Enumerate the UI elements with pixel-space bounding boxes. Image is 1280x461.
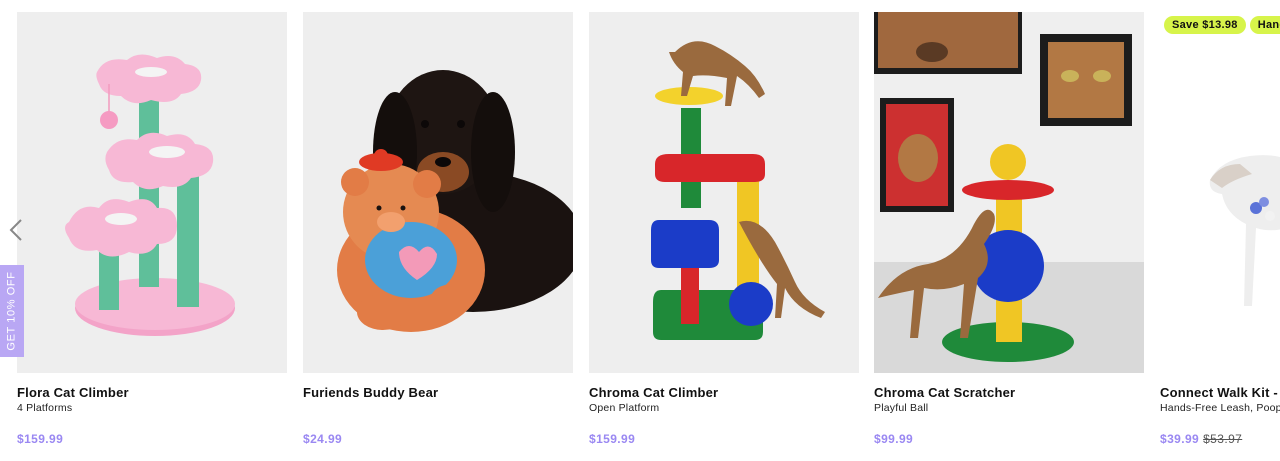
chroma-cat-climber-image — [589, 12, 859, 373]
product-subtitle: Playful Ball — [874, 402, 929, 414]
product-subtitle: 4 Platforms — [17, 402, 73, 414]
badge-row: Save $13.98 Hands — [1164, 16, 1280, 34]
chroma-cat-scratcher-image — [874, 12, 1144, 373]
price-row: $24.99 — [303, 432, 342, 446]
chevron-left-icon — [9, 219, 22, 241]
product-card[interactable]: Chroma Cat Climber Open Platform $159.99 — [589, 12, 859, 446]
product-image[interactable]: Save $13.98 Hands — [1160, 12, 1280, 373]
product-title[interactable]: Chroma Cat Scratcher — [874, 385, 1144, 400]
price-row: $159.99 — [589, 432, 635, 446]
carousel-prev-button[interactable] — [6, 216, 26, 244]
product-subtitle — [303, 403, 573, 425]
product-card[interactable]: Save $13.98 Hands Connect Walk Kit - Han… — [1160, 12, 1280, 446]
promo-tab-label: GET 10% OFF — [6, 271, 19, 351]
product-title[interactable]: Furiends Buddy Bear — [303, 385, 573, 400]
product-title[interactable]: Flora Cat Climber — [17, 385, 287, 400]
product-title[interactable]: Connect Walk Kit - — [1160, 385, 1280, 400]
feature-badge: Hands — [1249, 16, 1280, 34]
product-card[interactable]: Furiends Buddy Bear $24.99 — [303, 12, 573, 446]
flora-cat-climber-image — [17, 12, 287, 373]
walk-kit-image — [1160, 12, 1280, 373]
price-row: $99.99 — [874, 432, 913, 446]
product-image[interactable] — [17, 12, 287, 373]
product-price: $99.99 — [874, 432, 914, 446]
product-price: $39.99 — [1160, 432, 1200, 446]
compare-at-price: $53.97 — [1203, 432, 1243, 446]
buddy-bear-image — [303, 12, 573, 373]
product-subtitle: Open Platform — [589, 402, 660, 414]
product-carousel: Flora Cat Climber 4 Platforms $159.99 Fu… — [0, 0, 1280, 461]
product-subtitle: Hands-Free Leash, Poop Bag Clip — [1160, 402, 1280, 414]
product-image[interactable] — [303, 12, 573, 373]
product-image[interactable] — [874, 12, 1144, 373]
price-row: $39.99 $53.97 — [1160, 432, 1242, 446]
product-price: $24.99 — [303, 432, 343, 446]
product-price: $159.99 — [17, 432, 64, 446]
savings-badge: Save $13.98 — [1164, 16, 1246, 34]
product-price: $159.99 — [589, 432, 636, 446]
discount-promo-tab[interactable]: GET 10% OFF — [0, 265, 24, 357]
product-card[interactable]: Chroma Cat Scratcher Playful Ball $99.99 — [874, 12, 1144, 446]
product-card[interactable]: Flora Cat Climber 4 Platforms $159.99 — [17, 12, 287, 446]
price-row: $159.99 — [17, 432, 63, 446]
product-image[interactable] — [589, 12, 859, 373]
product-title[interactable]: Chroma Cat Climber — [589, 385, 859, 400]
